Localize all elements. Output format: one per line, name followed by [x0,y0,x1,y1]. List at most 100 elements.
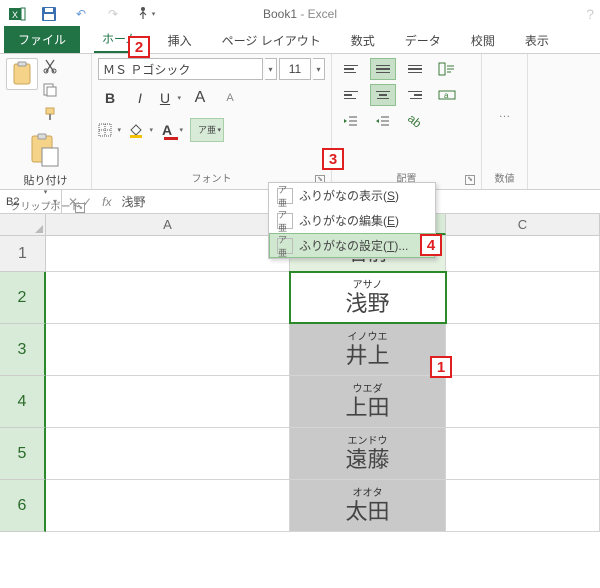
svg-text:a: a [444,91,449,100]
tab-file[interactable]: ファイル [4,26,80,53]
col-header-C[interactable]: C [446,214,600,235]
menu-label: ふりがなの表示(S) [299,187,399,204]
quick-access-toolbar: X ↶ ↷ ▾ [6,3,156,25]
menu-phonetic-edit[interactable]: ア亜 ふりがなの編集(E) [269,208,435,233]
row-header-1[interactable]: 1 [0,236,46,272]
cell-B5[interactable]: エンドウ 遠藤 [290,428,446,479]
fill-color-button[interactable] [128,118,154,142]
chevron-down-icon[interactable]: ▾ [53,197,57,206]
cell-A2[interactable] [46,272,290,323]
callout-4: 4 [420,234,442,256]
font-size-combo[interactable]: 11 [279,58,311,80]
align-right-button[interactable] [402,84,428,106]
tab-review[interactable]: 校閲 [463,28,503,53]
title-bar: X ↶ ↷ ▾ Book1 - Excel ? [0,0,600,28]
ribbon-tabs: ファイル ホーム 挿入 ページ レイアウト 数式 データ 校閲 表示 [0,28,600,54]
font-color-button[interactable]: A [160,118,184,142]
cell-ruby: エンドウ [348,437,388,447]
chevron-down-icon: ▾ [217,126,221,134]
italic-button[interactable]: I [128,86,152,110]
orientation-button[interactable]: ab [402,110,428,132]
font-name-combo[interactable]: ＭＳ Ｐゴシック [98,58,263,80]
cell-B2[interactable]: アサノ 浅野 [290,272,446,323]
cell-B4[interactable]: ウエダ 上田 [290,376,446,427]
bold-button[interactable]: B [98,86,122,110]
cell-A5[interactable] [46,428,290,479]
svg-text:X: X [12,10,18,20]
font-name-dropdown-icon[interactable]: ▾ [265,58,277,80]
save-icon[interactable] [38,3,60,25]
row-headers: 1 2 3 4 5 6 [0,236,46,532]
decrease-indent-button[interactable] [338,110,364,132]
align-middle-button[interactable] [370,58,396,80]
wrap-text-button[interactable] [434,58,460,80]
align-left-button[interactable] [338,84,364,106]
cell-A6[interactable] [46,480,290,531]
ribbon: 貼り付け ▾ クリップボード ⬊ ＭＳ Ｐゴシック ▾ 11 ▾ B I U A… [0,54,600,190]
merge-center-button[interactable]: a [434,84,460,106]
paste-button[interactable]: 貼り付け ▾ [6,132,85,196]
cell-text: 浅野 [345,293,389,315]
group-clipboard: 貼り付け ▾ クリップボード ⬊ [0,54,92,189]
row-header-2[interactable]: 2 [0,272,46,324]
touch-mode-icon[interactable]: ▾ [134,3,156,25]
row-header-5[interactable]: 5 [0,428,46,480]
font-size-dropdown-icon[interactable]: ▾ [313,58,325,80]
copy-icon[interactable] [42,82,60,100]
cell-text: 上田 [345,397,389,419]
cell-C1[interactable] [446,236,600,271]
increase-indent-button[interactable] [370,110,396,132]
dialog-launcher-icon[interactable]: ⬊ [465,175,475,185]
shrink-font-button[interactable]: A [218,86,242,110]
redo-icon[interactable]: ↷ [102,3,124,25]
tab-view[interactable]: 表示 [517,28,557,53]
excel-app-icon[interactable]: X [6,3,28,25]
cell-B3[interactable]: イノウエ 井上 [290,324,446,375]
format-painter-icon[interactable] [42,106,60,124]
cell-C6[interactable] [446,480,600,531]
tab-data[interactable]: データ [397,28,449,53]
phonetic-icon: ア亜 [277,213,293,229]
grow-font-button[interactable]: A [188,86,212,110]
group-label-number: 数値 [488,168,521,187]
menu-phonetic-settings[interactable]: ア亜 ふりがなの設定(T)... [269,233,435,258]
name-box[interactable]: B2 ▾ [0,190,62,213]
cell-C3[interactable] [446,324,600,375]
cell-ruby: オオタ [353,489,383,499]
cell-A1[interactable] [46,236,290,271]
row-header-6[interactable]: 6 [0,480,46,532]
help-icon[interactable]: ? [586,6,594,22]
undo-icon[interactable]: ↶ [70,3,92,25]
row-header-4[interactable]: 4 [0,376,46,428]
cell-B6[interactable]: オオタ 太田 [290,480,446,531]
cell-text: 遠藤 [345,449,389,471]
menu-phonetic-show[interactable]: ア亜 ふりがなの表示(S) [269,183,435,208]
underline-button[interactable]: U [158,86,182,110]
menu-label: ふりがなの設定(T)... [299,237,408,254]
select-all-corner[interactable] [0,214,46,235]
tab-insert[interactable]: 挿入 [160,28,200,53]
cell-A3[interactable] [46,324,290,375]
tab-page-layout[interactable]: ページ レイアウト [214,28,329,53]
phonetic-guide-button[interactable]: ア亜 ▾ [190,118,224,142]
window-controls: ? [586,6,594,22]
menu-label: ふりがなの編集(E) [299,212,399,229]
cells: 名前 アサノ 浅野 イノウエ 井上 [46,236,600,532]
row-header-3[interactable]: 3 [0,324,46,376]
col-header-A[interactable]: A [46,214,290,235]
group-alignment: a ab 配置 ⬊ [332,54,482,189]
cell-text: 太田 [345,501,389,523]
cell-C5[interactable] [446,428,600,479]
align-top-button[interactable] [338,58,364,80]
cell-A4[interactable] [46,376,290,427]
align-bottom-button[interactable] [402,58,428,80]
fx-icon[interactable]: fx [98,195,115,209]
tab-formulas[interactable]: 数式 [343,28,383,53]
borders-button[interactable] [98,118,122,142]
cut-icon[interactable] [42,58,60,76]
dialog-launcher-icon[interactable]: ⬊ [75,203,85,213]
cell-text: 井上 [345,345,389,367]
cell-C4[interactable] [446,376,600,427]
cell-C2[interactable] [446,272,600,323]
align-center-button[interactable] [370,84,396,106]
